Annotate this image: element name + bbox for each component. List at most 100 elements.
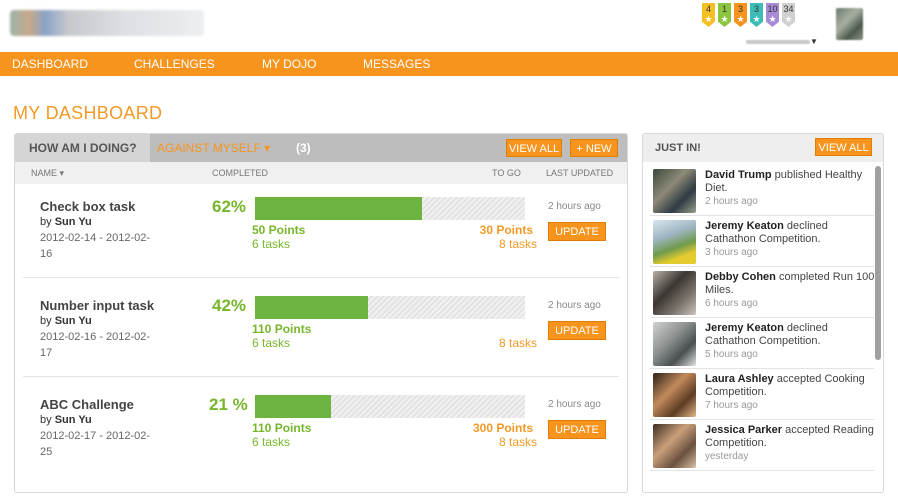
progress-bar — [255, 395, 525, 418]
nav-my-dojo[interactable]: MY DOJO — [262, 52, 316, 76]
challenge-name[interactable]: Number input task — [40, 298, 154, 313]
user-menu-caret-icon[interactable]: ▼ — [810, 37, 818, 46]
feed-item[interactable]: Jeremy Keaton declined Cathathon Competi… — [650, 216, 874, 267]
progress-fill — [255, 395, 331, 418]
view-all-button[interactable]: VIEW ALL — [506, 139, 562, 157]
feed-item[interactable]: Jeremy Keaton declined Cathathon Competi… — [650, 318, 874, 369]
last-updated: 2 hours ago — [548, 300, 601, 311]
feed-item[interactable]: Laura Ashley accepted Cooking Competitio… — [650, 369, 874, 420]
badge-count: 34 — [783, 4, 794, 14]
filter-against-myself-dropdown[interactable]: AGAINST MYSELF ▾ — [157, 134, 270, 162]
page-title: MY DASHBOARD — [13, 103, 163, 123]
feed-thumbnail[interactable] — [653, 169, 696, 213]
feed-text: Jeremy Keaton declined Cathathon Competi… — [705, 322, 875, 361]
last-updated: 2 hours ago — [548, 201, 601, 212]
feed-item[interactable]: David Trump published Healthy Diet. 2 hou… — [650, 165, 874, 216]
username[interactable] — [746, 40, 810, 44]
feed-timestamp: 6 hours ago — [705, 298, 758, 309]
badge-ribbon[interactable]: 3 ★ — [734, 3, 747, 27]
completed-tasks: 6 tasks — [252, 435, 291, 449]
user-avatar[interactable] — [836, 8, 863, 40]
star-icon: ★ — [704, 14, 713, 24]
badge-count: 4 — [705, 4, 711, 14]
to-go-tasks: 8 tasks — [498, 237, 537, 251]
challenge-count: (3) — [296, 141, 311, 155]
to-go-tasks: 8 tasks — [498, 435, 537, 449]
table-row: Number input task by Sun Yu 2012-02-16 -… — [23, 278, 619, 377]
tab-how-am-i-doing[interactable]: HOW AM I DOING? — [15, 134, 150, 162]
badge-count: 3 — [737, 4, 743, 14]
last-updated: 2 hours ago — [548, 399, 601, 410]
challenge-author: by Sun Yu — [40, 414, 92, 426]
to-go-points: 300 Points — [472, 421, 533, 435]
star-icon: ★ — [736, 14, 745, 24]
challenge-author: by Sun Yu — [40, 315, 92, 327]
progress-bar — [255, 197, 525, 220]
badge-ribbon[interactable]: 3 ★ — [750, 3, 763, 27]
percent-complete: 62% — [212, 197, 247, 216]
feed-timestamp: 2 hours ago — [705, 196, 758, 207]
update-button[interactable]: UPDATE — [548, 222, 606, 241]
star-icon: ★ — [784, 14, 793, 24]
nav-challenges[interactable]: CHALLENGES — [134, 52, 215, 76]
feed-text: Jeremy Keaton declined Cathathon Competi… — [705, 220, 875, 259]
challenge-dates: 2012-02-14 - 2012-02-16 — [40, 232, 151, 260]
challenge-dates: 2012-02-16 - 2012-02-17 — [40, 331, 151, 359]
challenge-name[interactable]: Check box task — [40, 199, 135, 214]
to-go-points: 30 Points — [479, 223, 533, 237]
update-button[interactable]: UPDATE — [548, 420, 606, 439]
feed-thumbnail[interactable] — [653, 373, 696, 417]
completed-points: 50 Points — [252, 223, 306, 237]
new-challenge-button[interactable]: + NEW — [570, 139, 618, 157]
badge-ribbon[interactable]: 4 ★ — [702, 3, 715, 27]
feed-user-name[interactable]: Laura Ashley — [705, 373, 774, 385]
feed-timestamp: 7 hours ago — [705, 400, 758, 411]
feed-user-name[interactable]: Debby Cohen — [705, 271, 776, 283]
feed-timestamp: 3 hours ago — [705, 247, 758, 258]
star-icon: ★ — [768, 14, 777, 24]
badge-count: 10 — [767, 4, 778, 14]
feed-timestamp: yesterday — [705, 451, 749, 462]
feed-text: Jessica Parker accepted Reading Competit… — [705, 424, 875, 463]
nav-messages[interactable]: MESSAGES — [363, 52, 430, 76]
panel-header: HOW AM I DOING? AGAINST MYSELF ▾ (3) VIE… — [15, 134, 627, 162]
progress-fill — [255, 296, 369, 319]
feed-text: Laura Ashley accepted Cooking Competitio… — [705, 373, 875, 412]
table-row: Check box task by Sun Yu 2012-02-14 - 20… — [23, 179, 619, 278]
feed-view-all-button[interactable]: VIEW ALL — [815, 138, 872, 156]
challenge-dates: 2012-02-17 - 2012-02-25 — [40, 430, 151, 458]
badge-count: 1 — [721, 4, 727, 14]
update-button[interactable]: UPDATE — [548, 321, 606, 340]
badge-ribbon[interactable]: 1 ★ — [718, 3, 731, 27]
progress-bar — [255, 296, 525, 319]
badge-list: 4 ★ 1 ★ 3 ★ 3 ★ 10 ★ 34 ★ — [702, 3, 795, 27]
badge-ribbon[interactable]: 10 ★ — [766, 3, 779, 27]
feed-item[interactable]: Jessica Parker accepted Reading Competit… — [650, 420, 874, 471]
feed-user-name[interactable]: Jessica Parker — [705, 424, 782, 436]
feed-user-name[interactable]: David Trump — [705, 169, 772, 181]
feed-timestamp: 5 hours ago — [705, 349, 758, 360]
challenge-author: by Sun Yu — [40, 216, 92, 228]
challenges-panel: HOW AM I DOING? AGAINST MYSELF ▾ (3) VIE… — [14, 133, 628, 493]
main-nav: DASHBOARD CHALLENGES MY DOJO MESSAGES — [0, 52, 898, 79]
feed-thumbnail[interactable] — [653, 271, 696, 315]
feed-user-name[interactable]: Jeremy Keaton — [705, 220, 784, 232]
feed-scrollbar[interactable] — [875, 166, 881, 360]
feed-thumbnail[interactable] — [653, 220, 696, 264]
completed-tasks: 6 tasks — [252, 336, 291, 350]
badge-ribbon[interactable]: 34 ★ — [782, 3, 795, 27]
percent-complete: 42% — [212, 296, 247, 315]
challenge-name[interactable]: ABC Challenge — [40, 397, 134, 412]
feed-thumbnail[interactable] — [653, 322, 696, 366]
site-logo[interactable] — [10, 10, 204, 36]
feed-item[interactable]: Debby Cohen completed Run 100 Miles. 6 ho… — [650, 267, 874, 318]
nav-dashboard[interactable]: DASHBOARD — [12, 52, 89, 79]
percent-complete: 21 % — [209, 395, 248, 414]
badge-count: 3 — [753, 4, 759, 14]
progress-fill — [255, 197, 423, 220]
star-icon: ★ — [752, 14, 761, 24]
feed-user-name[interactable]: Jeremy Keaton — [705, 322, 784, 334]
just-in-panel: JUST IN! VIEW ALL David Trump published … — [642, 133, 884, 493]
completed-tasks: 6 tasks — [252, 237, 291, 251]
feed-thumbnail[interactable] — [653, 424, 696, 468]
